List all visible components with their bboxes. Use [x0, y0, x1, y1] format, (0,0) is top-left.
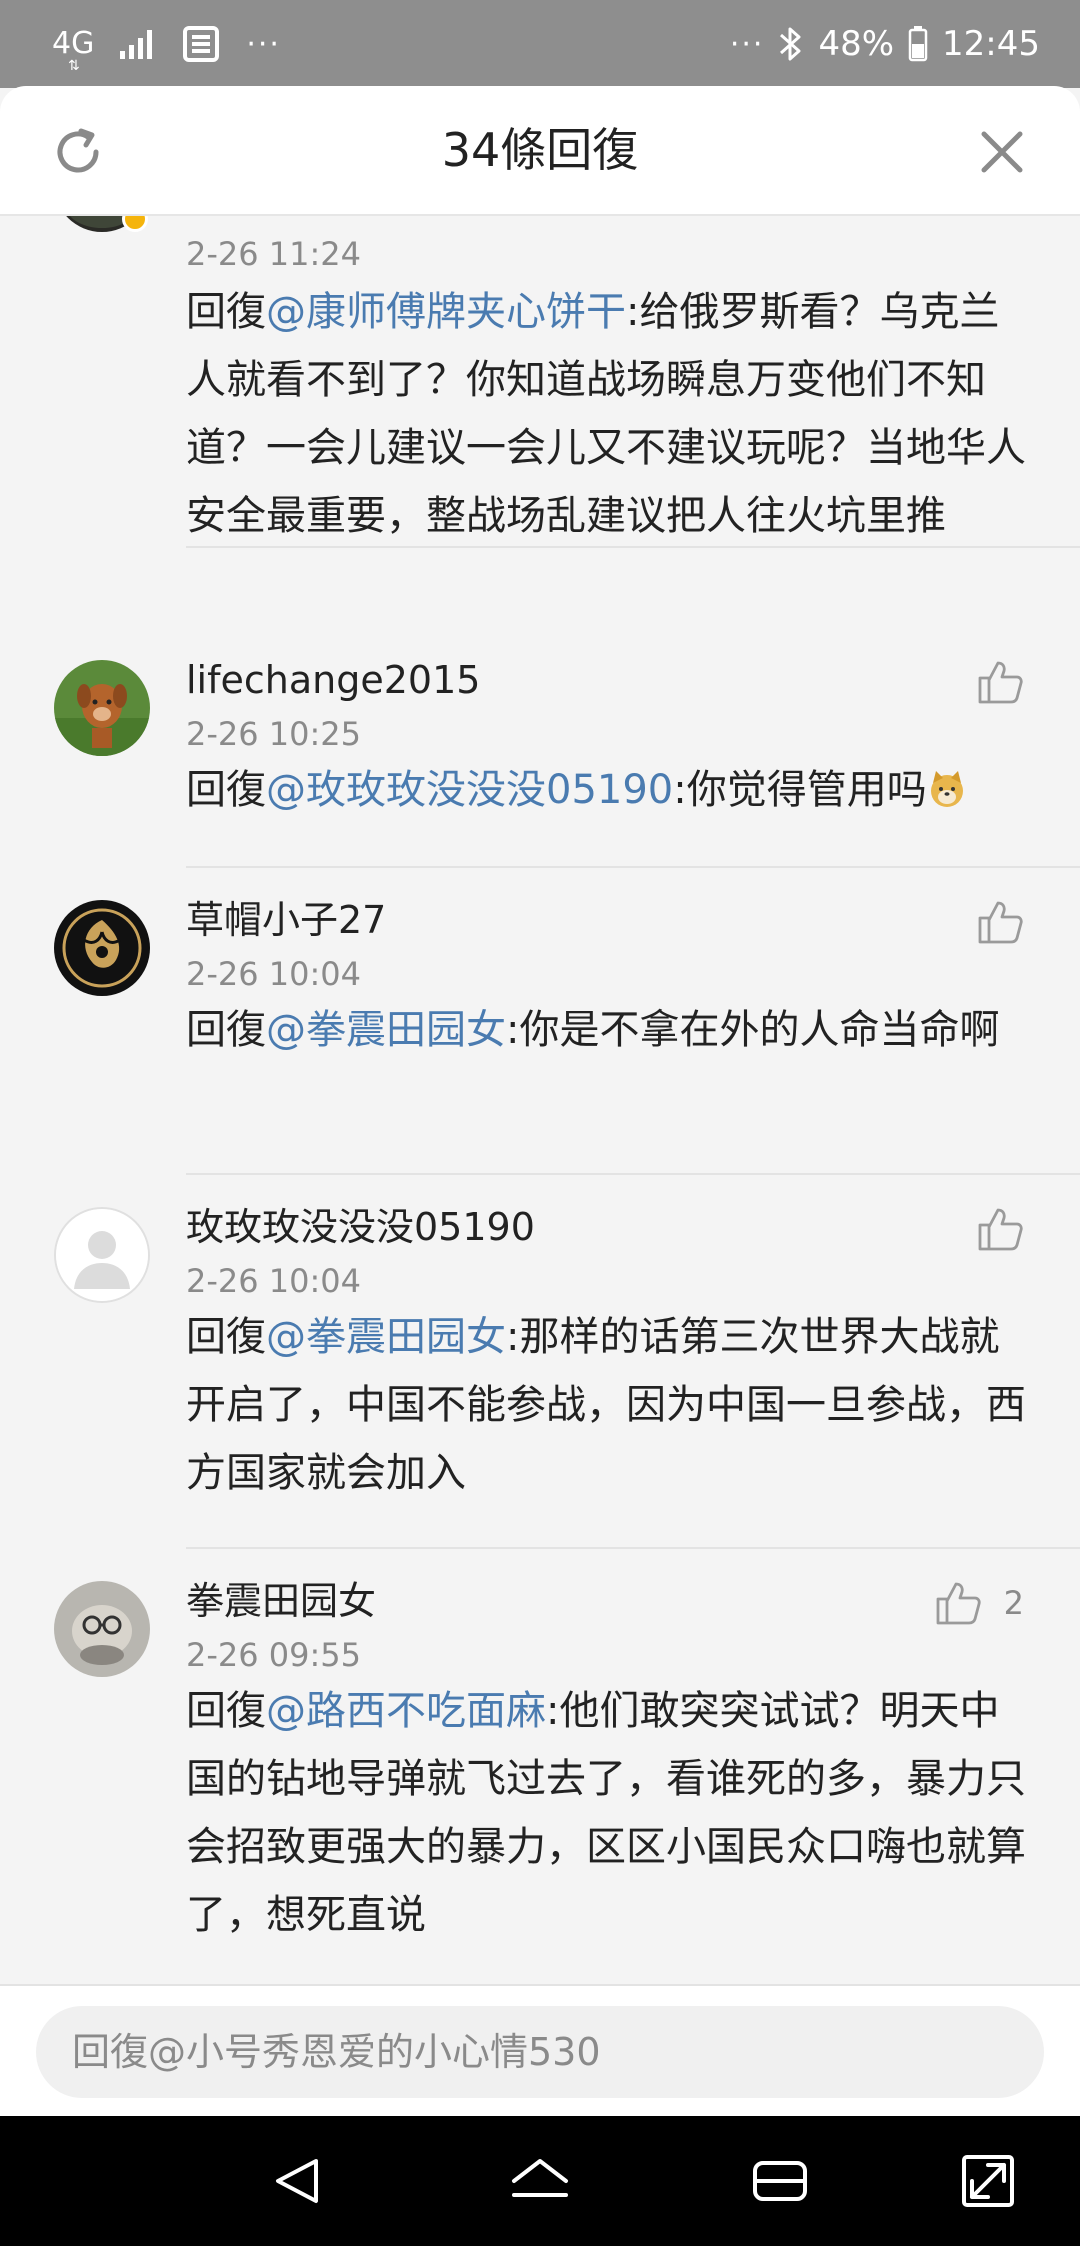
comment-text: 回復@拳震田园女:那样的话第三次世界大战就开启了，中国不能参战，因为中国一旦参战…	[186, 1303, 1036, 1507]
divider	[186, 546, 1080, 548]
reply-bar	[0, 1984, 1080, 2116]
reply-prefix: 回復	[186, 289, 266, 335]
expand-icon	[962, 2155, 1014, 2207]
page-title: 34條回復	[441, 123, 639, 177]
battery-icon	[908, 26, 928, 62]
nav-back-button[interactable]	[268, 2151, 328, 2211]
network-arrows: ⇅	[68, 58, 80, 74]
comment-text: 回復@拳震田园女:你是不拿在外的人命当命啊	[186, 996, 1036, 1064]
status-bar-right: ··· 48% 12:45	[730, 18, 1040, 70]
comment-content: :你是不拿在外的人命当命啊	[506, 1007, 1000, 1053]
comment-timestamp: 2-26 10:25	[186, 715, 362, 753]
nav-expand-button[interactable]	[958, 2151, 1018, 2211]
mention-link[interactable]: @拳震田园女	[266, 1007, 506, 1053]
nav-recents-button[interactable]	[750, 2151, 810, 2211]
comment-timestamp: 2-26 11:24	[186, 235, 362, 273]
clock: 12:45	[942, 24, 1040, 64]
thumbs-up-icon	[978, 901, 1023, 944]
thumbs-up-icon	[978, 661, 1023, 704]
news-icon	[183, 26, 220, 62]
like-button[interactable]	[976, 1201, 1024, 1257]
comment-timestamp: 2-26 10:04	[186, 955, 362, 993]
comment-username[interactable]: 玫玫玫没没没05190	[186, 1203, 535, 1251]
nav-home-button[interactable]	[510, 2151, 570, 2211]
reply-input[interactable]	[36, 2006, 1044, 2098]
network-label: 4G	[52, 26, 95, 61]
reply-prefix: 回復	[186, 1688, 266, 1734]
battery-percent: 48%	[818, 24, 895, 64]
replies-header: 34條回復	[0, 86, 1080, 216]
recents-icon	[753, 2161, 807, 2201]
comment-item: 草帽小子27 2-26 10:04 回復@拳震田园女:你是不拿在外的人命当命啊	[0, 868, 1080, 1175]
comment-content: :你觉得管用吗	[673, 767, 927, 813]
mention-link[interactable]: @玫玫玫没没没05190	[266, 767, 673, 813]
avatar[interactable]	[54, 660, 150, 756]
close-button[interactable]	[972, 122, 1032, 182]
like-button[interactable]	[976, 654, 1024, 710]
like-count: 2	[1003, 1584, 1024, 1622]
close-icon	[981, 131, 1023, 173]
thumbs-up-icon	[936, 1582, 981, 1625]
mention-link[interactable]: @路西不吃面麻	[266, 1688, 546, 1734]
comment-item: lifechange2015 2-26 10:25 回復@玫玫玫没没没05190…	[0, 628, 1080, 868]
comment-text: 回復@康师傅牌夹心饼干:给俄罗斯看？乌克兰人就看不到了？你知道战场瞬息万变他们不…	[186, 278, 1036, 550]
comment-item: 拳震田园女 2-26 09:55 2 回復@路西不吃面麻:他们敢突突试试？明天中…	[0, 1549, 1080, 1984]
like-button[interactable]: 2	[934, 1575, 1024, 1631]
status-overflow-left: ···	[246, 26, 281, 62]
signal-icon	[120, 30, 153, 59]
comment-text: 回復@路西不吃面麻:他们敢突突试试？明天中国的钻地导弹就飞过去了，看谁死的多，暴…	[186, 1677, 1036, 1949]
status-bar-left: 4G ⇅ ···	[52, 18, 281, 74]
home-icon	[512, 2159, 568, 2197]
comment-timestamp: 2-26 09:55	[186, 1636, 362, 1674]
system-nav-bar	[0, 2116, 1080, 2246]
reply-prefix: 回復	[186, 767, 266, 813]
comment-item: 2-26 11:24 回復@康师傅牌夹心饼干:给俄罗斯看？乌克兰人就看不到了？你…	[0, 216, 1080, 548]
mention-link[interactable]: @拳震田园女	[266, 1314, 506, 1360]
comment-timestamp: 2-26 10:04	[186, 1262, 362, 1300]
network-type: 4G ⇅	[52, 26, 95, 74]
reply-prefix: 回復	[186, 1007, 266, 1053]
mention-link[interactable]: @康师傅牌夹心饼干	[266, 289, 626, 335]
avatar[interactable]	[54, 1207, 150, 1303]
verified-badge	[122, 216, 148, 232]
back-icon	[276, 2159, 318, 2203]
like-button[interactable]	[976, 894, 1024, 950]
comment-username[interactable]: 拳震田园女	[186, 1577, 376, 1625]
avatar[interactable]	[54, 1581, 150, 1677]
comment-username[interactable]: 草帽小子27	[186, 896, 386, 944]
reply-prefix: 回復	[186, 1314, 266, 1360]
comment-username[interactable]: lifechange2015	[186, 656, 480, 704]
status-bar: 4G ⇅ ··· ··· 48% 12:45	[0, 0, 1080, 88]
comment-item: 玫玫玫没没没05190 2-26 10:04 回復@拳震田园女:那样的话第三次世…	[0, 1175, 1080, 1549]
bluetooth-icon	[780, 27, 801, 61]
avatar[interactable]	[54, 900, 150, 996]
comment-list[interactable]: 2-26 11:24 回復@康师傅牌夹心饼干:给俄罗斯看？乌克兰人就看不到了？你…	[0, 216, 1080, 1984]
thumbs-up-icon	[978, 1208, 1023, 1251]
comment-text: 回復@玫玫玫没没没05190:你觉得管用吗	[186, 756, 1036, 824]
doge-emoji-icon	[930, 771, 963, 807]
status-overflow-right: ···	[729, 26, 765, 62]
